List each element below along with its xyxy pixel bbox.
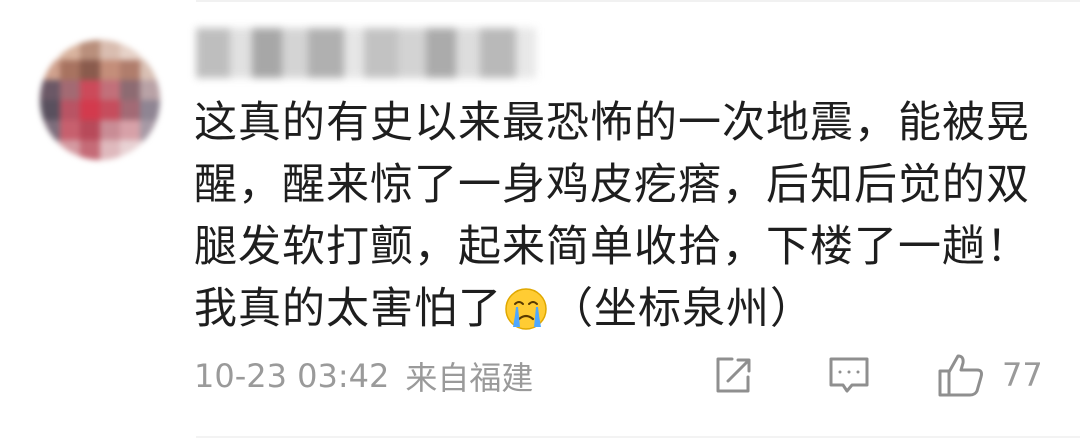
crying-face-emoji-icon (504, 286, 548, 330)
thumbs-up-icon (936, 352, 986, 398)
username-redacted[interactable] (196, 28, 536, 78)
like-count: 77 (1002, 356, 1043, 394)
comment-meta: 10-23 03:42 来自福建 (194, 352, 533, 400)
avatar-mosaic (40, 40, 160, 160)
avatar[interactable] (40, 40, 160, 160)
ip-location: 来自福建 (405, 359, 534, 397)
share-icon (710, 353, 754, 397)
top-divider (196, 0, 1080, 2)
comment-text: 这真的有史以来最恐怖的一次地震，能被晃醒，醒来惊了一身鸡皮疙瘩，后知后觉的双腿发… (194, 92, 1034, 340)
share-button[interactable] (710, 350, 754, 400)
comment-location-note: （坐标泉州） (550, 284, 814, 334)
comment-icon (826, 353, 872, 397)
timestamp: 10-23 03:42 (194, 357, 390, 395)
reply-button[interactable] (826, 350, 872, 400)
like-button[interactable]: 77 (936, 350, 1043, 400)
